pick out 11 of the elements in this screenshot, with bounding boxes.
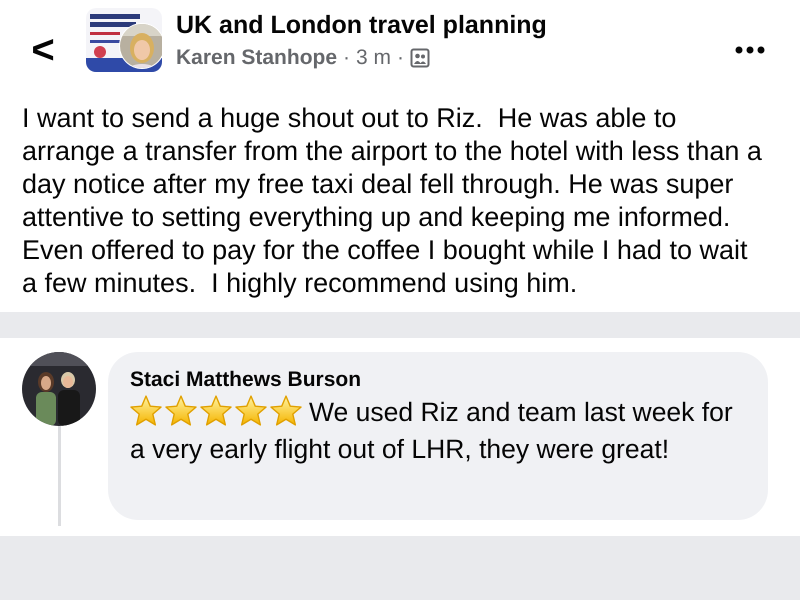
separator: ·	[397, 45, 404, 71]
commenter-name[interactable]: Staci Matthews Burson	[130, 366, 746, 394]
post-time: 3 m	[356, 45, 392, 71]
author-name[interactable]: Karen Stanhope	[176, 42, 338, 74]
group-members-icon	[410, 48, 430, 68]
back-button[interactable]: <	[0, 20, 86, 80]
post-text: I want to send a huge shout out to Riz. He was able to arrange a transfer from the airport to the hotel with less than a day notice after my free taxi deal fell through. He was super attentive to setting everything up and keeping me informed. Even offered to pay for the coffee I bought while I had to wait a few minutes. I highly recommend using him.	[22, 102, 762, 300]
group-name[interactable]: UK and London travel planning	[176, 8, 547, 42]
separator: ·	[343, 45, 350, 71]
more-icon	[735, 46, 765, 54]
comment-text: We used Riz and team last week for a very early flight out of LHR, they were great!	[130, 394, 746, 468]
